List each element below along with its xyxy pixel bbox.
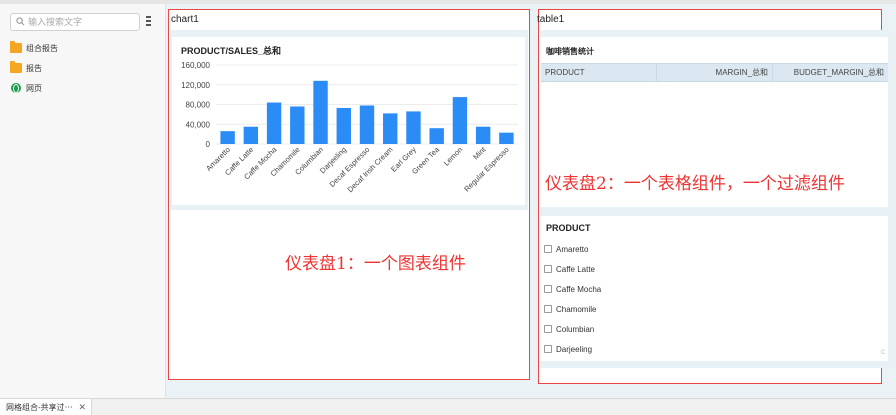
y-tick-label: 80,000 — [186, 101, 211, 110]
tab-grid-composite[interactable]: 网格组合-共享过⋯ ✕ — [0, 399, 92, 415]
bar[interactable] — [429, 128, 444, 144]
table-header-row: PRODUCT MARGIN_总和 BUDGET_MARGIN_总和 — [541, 63, 888, 82]
bar[interactable] — [383, 113, 398, 144]
chart-panel-title: chart1 — [171, 14, 199, 25]
y-tick-label: 40,000 — [186, 120, 211, 129]
filter-option[interactable]: Caffe Mocha — [544, 283, 601, 295]
table-panel-title: table1 — [537, 14, 565, 25]
tab-label: 网格组合-共享过⋯ — [6, 402, 73, 412]
filter-option[interactable]: Amaretto — [544, 243, 588, 255]
column-header-product[interactable]: PRODUCT — [541, 64, 657, 81]
bar[interactable] — [290, 106, 305, 144]
x-tick-label: Lemon — [442, 145, 465, 168]
folder-icon — [10, 41, 22, 53]
column-header-budget-margin[interactable]: BUDGET_MARGIN_总和 — [773, 64, 888, 81]
checkbox[interactable] — [544, 245, 552, 253]
y-tick-label: 120,000 — [181, 81, 210, 90]
filter-option-label: Darjeeling — [556, 344, 593, 354]
sidebar-item-report[interactable]: 报告 — [10, 60, 42, 76]
y-tick-label: 160,000 — [181, 61, 210, 70]
bar[interactable] — [406, 111, 421, 144]
bar[interactable] — [452, 97, 468, 144]
sidebar-item-label: 报告 — [26, 63, 42, 73]
filter-option[interactable]: Chamomile — [544, 303, 596, 315]
table-title: 咖啡销售统计 — [546, 47, 594, 56]
sidebar-item-label: 组合报告 — [26, 43, 58, 53]
bar[interactable] — [313, 80, 328, 144]
filter-option[interactable]: Caffe Latte — [544, 263, 595, 275]
checkbox[interactable] — [544, 285, 552, 293]
checkbox[interactable] — [544, 305, 552, 313]
sidebar-item-label: 网页 — [26, 83, 42, 93]
bar[interactable] — [336, 107, 351, 144]
scroll-handle[interactable]: c — [881, 347, 885, 356]
filter-option[interactable]: Columbian — [544, 323, 594, 335]
filter-option-label: Columbian — [556, 324, 595, 334]
search-box[interactable] — [10, 13, 140, 31]
bar[interactable] — [243, 126, 259, 144]
search-icon — [16, 17, 25, 26]
sidebar-item-composite-report[interactable]: 组合报告 — [10, 40, 58, 56]
filter-option-label: Amaretto — [556, 244, 589, 254]
x-tick-label: Mint — [471, 144, 488, 161]
filter-option[interactable]: Darjeeling — [544, 343, 592, 355]
filter-option-label: Caffe Latte — [556, 264, 595, 274]
menu-icon[interactable] — [146, 16, 152, 27]
close-icon[interactable]: ✕ — [78, 402, 86, 413]
filter-title: PRODUCT — [546, 223, 591, 233]
globe-icon — [11, 83, 21, 93]
checkbox[interactable] — [544, 325, 552, 333]
filter-option-label: Chamomile — [556, 304, 597, 314]
checkbox[interactable] — [544, 265, 552, 273]
bar[interactable] — [359, 105, 375, 144]
filter-option-label: Caffe Mocha — [556, 284, 602, 294]
sidebar-item-webpage[interactable]: 网页 — [10, 80, 42, 96]
bar[interactable] — [220, 131, 235, 144]
checkbox[interactable] — [544, 345, 552, 353]
annotation-dashboard-2: 仪表盘2：一个表格组件，一个过滤组件 — [545, 174, 845, 194]
folder-icon — [10, 61, 22, 73]
bar[interactable] — [499, 132, 514, 144]
bottom-tab-bar: 网格组合-共享过⋯ ✕ — [0, 398, 896, 415]
bar[interactable] — [266, 102, 282, 144]
bar[interactable] — [475, 126, 491, 144]
annotation-dashboard-1: 仪表盘1：一个图表组件 — [285, 254, 466, 274]
bar-chart[interactable]: 160,000120,00080,00040,0000AmarettoCaffe… — [172, 55, 525, 205]
y-tick-label: 0 — [206, 140, 211, 149]
search-input[interactable] — [28, 14, 136, 30]
column-header-margin[interactable]: MARGIN_总和 — [657, 64, 773, 81]
